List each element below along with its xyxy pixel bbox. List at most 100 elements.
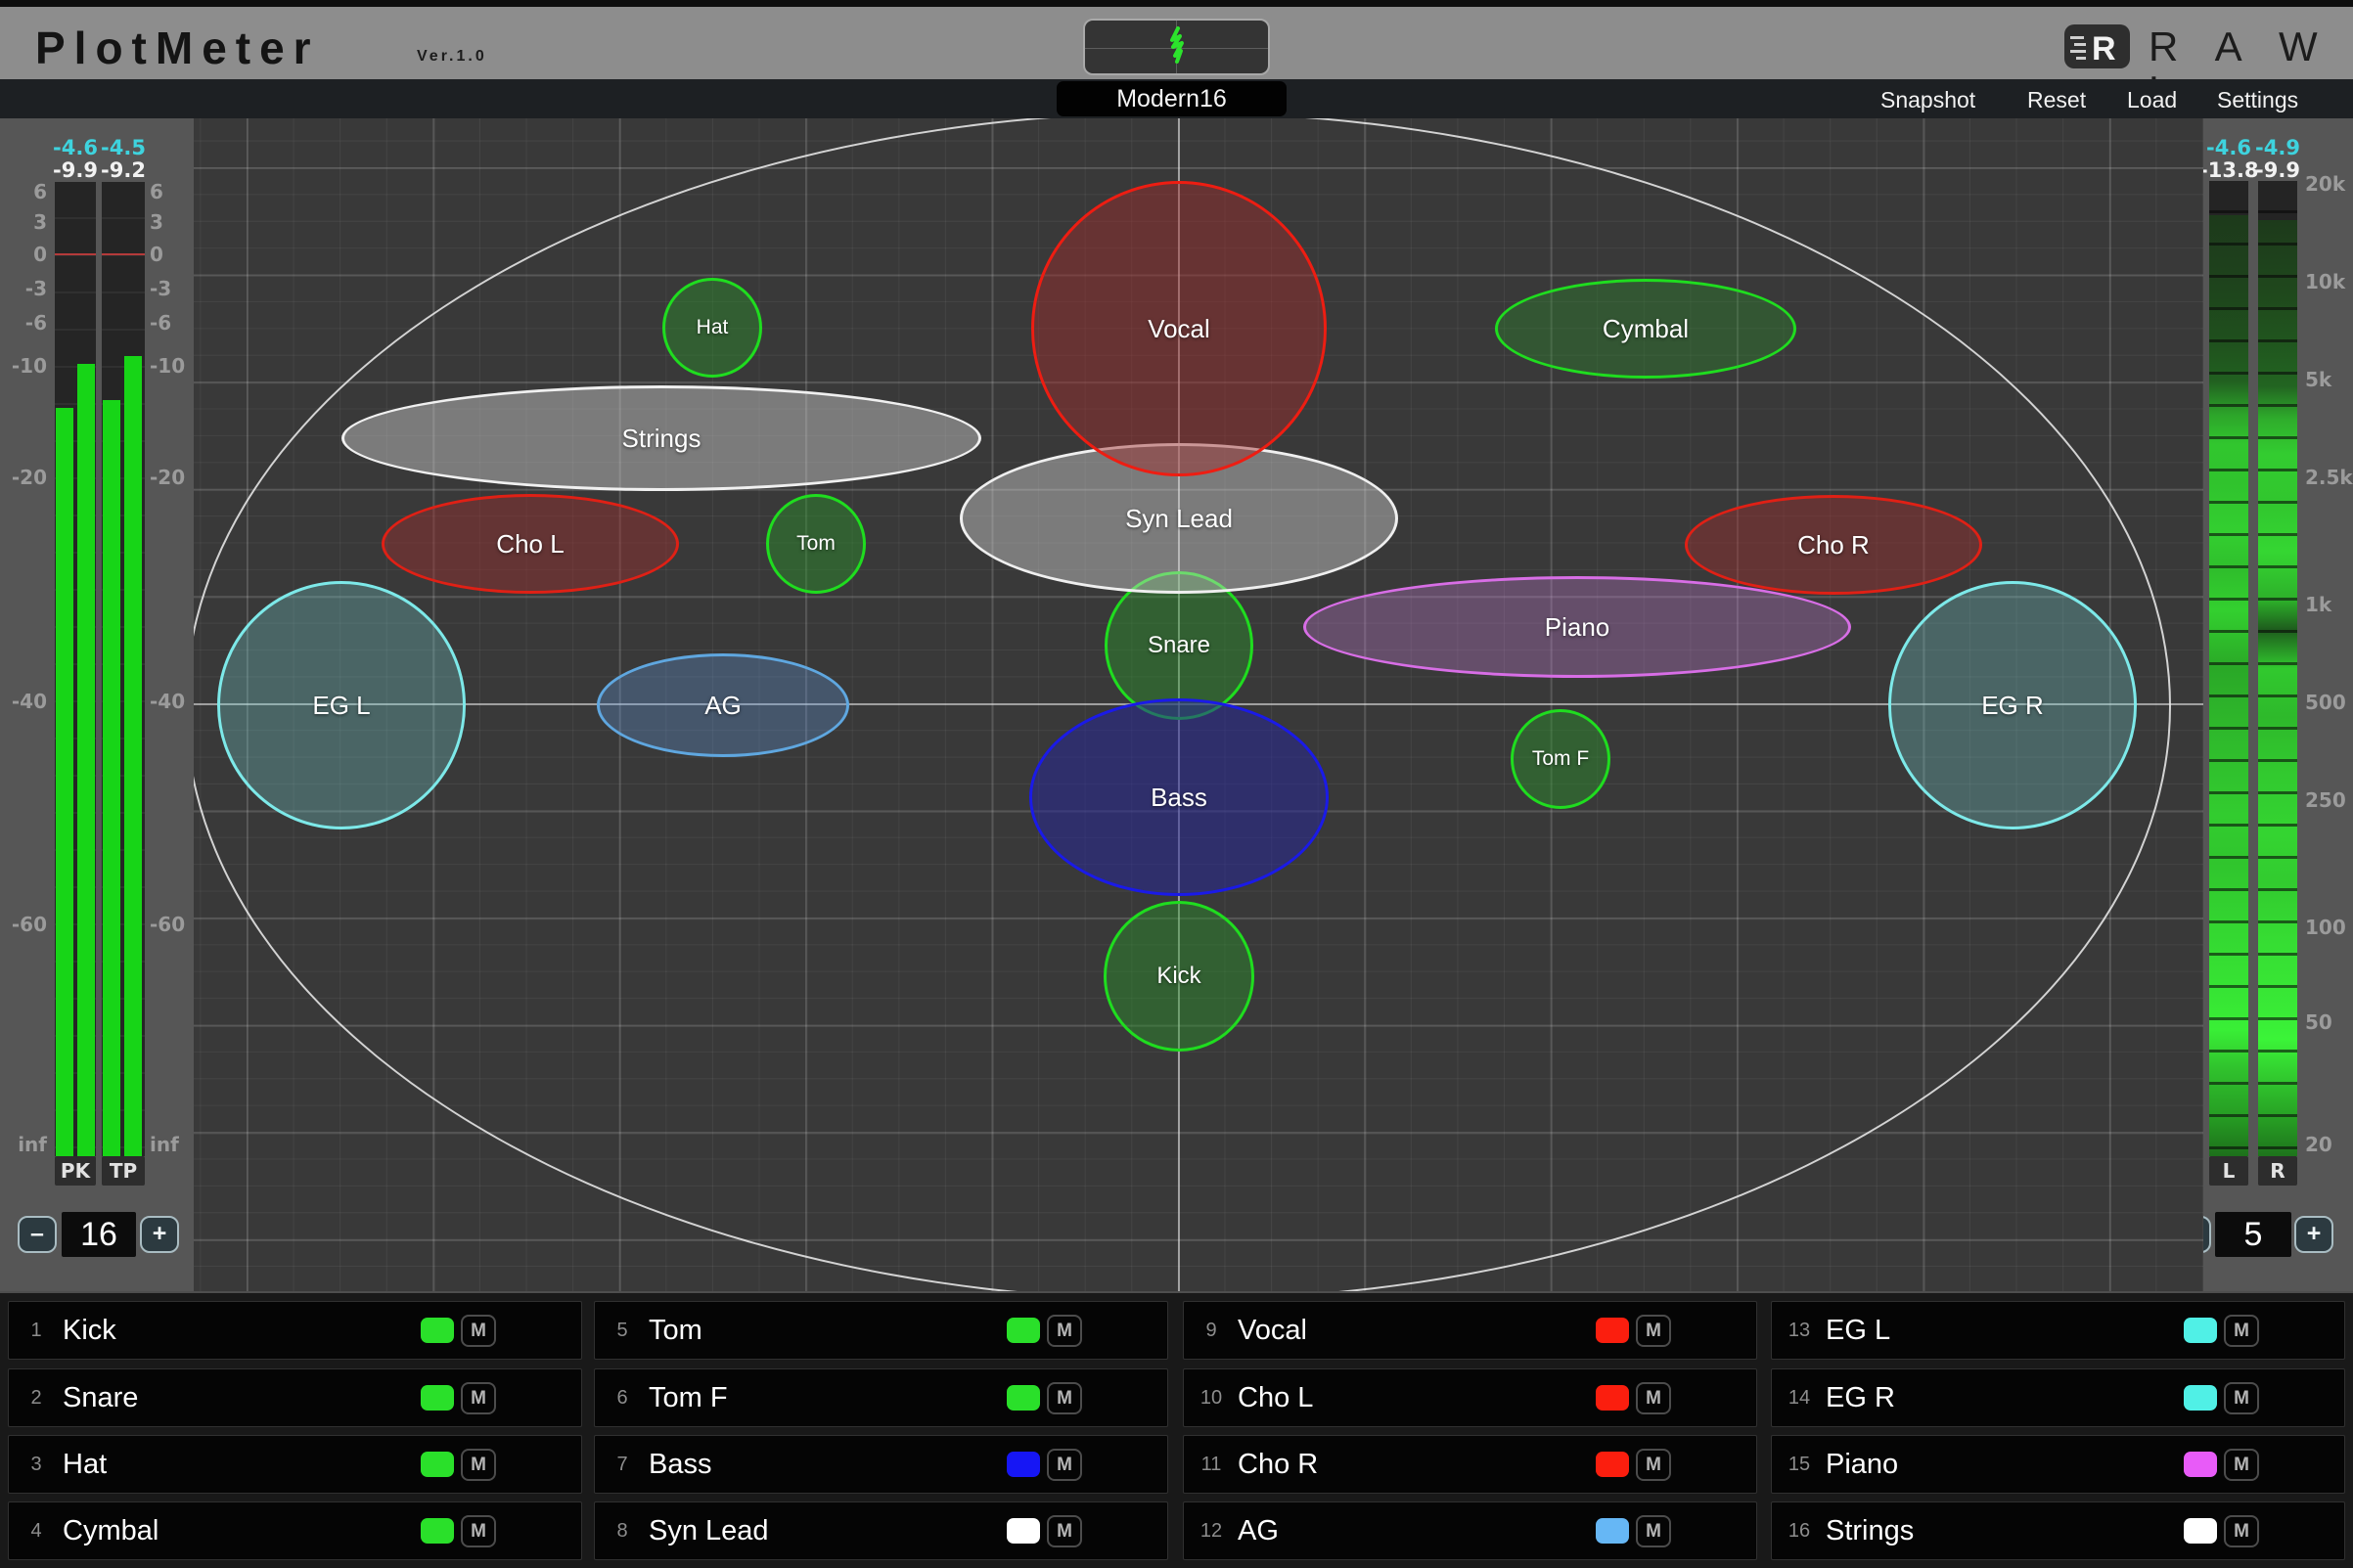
preset-selector[interactable]: Modern16 <box>1057 81 1287 116</box>
svg-text:R: R <box>2092 30 2116 67</box>
channel-color-swatch[interactable] <box>2184 1452 2217 1477</box>
freq-scale-label: 2.5k <box>2305 465 2352 490</box>
bubble-label: Cho R <box>1797 530 1870 560</box>
channel-row-cho-l[interactable]: 10Cho LM <box>1183 1368 1757 1427</box>
bubble-label: EG R <box>1981 691 2044 721</box>
channel-row-tom[interactable]: 5TomM <box>594 1301 1168 1360</box>
channel-row-eg-l[interactable]: 13EG LM <box>1771 1301 2345 1360</box>
plot-bubble-eg-r[interactable]: EG R <box>1888 581 2137 829</box>
channel-row-bass[interactable]: 7BassM <box>594 1435 1168 1494</box>
channel-number: 15 <box>1782 1436 1817 1493</box>
settings-button[interactable]: Settings <box>2217 86 2298 113</box>
app-title: PlotMeter <box>35 22 320 74</box>
mute-button[interactable]: M <box>1636 1382 1671 1414</box>
channel-color-swatch[interactable] <box>1007 1452 1040 1477</box>
channel-number: 9 <box>1194 1302 1229 1359</box>
channel-color-swatch[interactable] <box>1596 1318 1629 1343</box>
goniometer-trace-icon <box>1085 21 1268 73</box>
mute-button[interactable]: M <box>1047 1382 1082 1414</box>
db-scale-label: -60 <box>2 912 47 937</box>
channel-row-piano[interactable]: 15PianoM <box>1771 1435 2345 1494</box>
channel-color-swatch[interactable] <box>421 1452 454 1477</box>
channel-name: Cymbal <box>63 1502 158 1559</box>
plot-bubble-cymbal[interactable]: Cymbal <box>1495 279 1796 379</box>
left-stepper-minus-button[interactable]: – <box>18 1216 57 1253</box>
channel-color-swatch[interactable] <box>1596 1518 1629 1544</box>
channel-row-cho-r[interactable]: 11Cho RM <box>1183 1435 1757 1494</box>
freq-scale-label: 250 <box>2305 787 2352 813</box>
channel-row-ag[interactable]: 12AGM <box>1183 1501 1757 1560</box>
mute-button[interactable]: M <box>461 1515 496 1547</box>
plot-bubble-eg-l[interactable]: EG L <box>217 581 466 829</box>
channel-row-tom-f[interactable]: 6Tom FM <box>594 1368 1168 1427</box>
channel-color-swatch[interactable] <box>421 1518 454 1544</box>
mute-button[interactable]: M <box>2224 1382 2259 1414</box>
load-button[interactable]: Load <box>2127 86 2177 113</box>
mute-button[interactable]: M <box>461 1315 496 1347</box>
mute-button[interactable]: M <box>1636 1449 1671 1481</box>
left-stepper-plus-button[interactable]: + <box>140 1216 179 1253</box>
plot-bubble-ag[interactable]: AG <box>597 653 849 757</box>
channel-color-swatch[interactable] <box>2184 1385 2217 1411</box>
channel-color-swatch[interactable] <box>1596 1452 1629 1477</box>
channel-color-swatch[interactable] <box>421 1318 454 1343</box>
right-meter-value-r: -9.9 <box>2248 158 2307 182</box>
channel-number: 10 <box>1194 1369 1229 1426</box>
channel-row-vocal[interactable]: 9VocalM <box>1183 1301 1757 1360</box>
right-stepper-plus-button[interactable]: + <box>2294 1216 2333 1253</box>
zero-db-line-pk <box>55 253 96 255</box>
mute-button[interactable]: M <box>2224 1515 2259 1547</box>
freq-scale-label: 50 <box>2305 1009 2352 1035</box>
channel-row-snare[interactable]: 2SnareM <box>8 1368 582 1427</box>
channel-color-swatch[interactable] <box>1007 1318 1040 1343</box>
channel-color-swatch[interactable] <box>1596 1385 1629 1411</box>
mute-button[interactable]: M <box>1047 1315 1082 1347</box>
channel-color-swatch[interactable] <box>2184 1318 2217 1343</box>
channel-l-label: L <box>2209 1156 2248 1186</box>
mute-button[interactable]: M <box>1636 1315 1671 1347</box>
right-stepper-value[interactable]: 5 <box>2215 1212 2291 1257</box>
freq-scale-label: 5k <box>2305 367 2352 392</box>
mute-button[interactable]: M <box>1636 1515 1671 1547</box>
reset-button[interactable]: Reset <box>2027 86 2086 113</box>
channel-row-hat[interactable]: 3HatM <box>8 1435 582 1494</box>
db-scale-label: -40 <box>2 689 47 714</box>
plot-bubble-bass[interactable]: Bass <box>1029 698 1329 896</box>
channel-number: 8 <box>605 1502 640 1559</box>
channel-row-syn-lead[interactable]: 8Syn Lead M <box>594 1501 1168 1560</box>
mute-button[interactable]: M <box>461 1449 496 1481</box>
mute-button[interactable]: M <box>2224 1449 2259 1481</box>
left-stepper-value[interactable]: 16 <box>62 1212 136 1257</box>
plot-bubble-piano[interactable]: Piano <box>1303 576 1851 678</box>
plot-bubble-hat[interactable]: Hat <box>662 278 762 378</box>
bubble-label: Vocal <box>1148 314 1210 344</box>
mute-button[interactable]: M <box>2224 1315 2259 1347</box>
channel-color-swatch[interactable] <box>421 1385 454 1411</box>
level-bar <box>77 364 95 1156</box>
mute-button[interactable]: M <box>1047 1449 1082 1481</box>
plot-bubble-tom[interactable]: Tom <box>766 494 866 594</box>
app-version: Ver.1.0 <box>417 48 487 66</box>
plot-bubble-strings[interactable]: Strings <box>341 385 981 491</box>
channel-row-kick[interactable]: 1KickM <box>8 1301 582 1360</box>
channel-color-swatch[interactable] <box>1007 1385 1040 1411</box>
plot-bubble-vocal[interactable]: Vocal <box>1031 181 1327 476</box>
channel-color-swatch[interactable] <box>1007 1518 1040 1544</box>
mute-button[interactable]: M <box>1047 1515 1082 1547</box>
channel-number: 5 <box>605 1302 640 1359</box>
db-scale-label: -10 <box>150 353 195 379</box>
plot-bubble-tom-f[interactable]: Tom F <box>1511 709 1610 809</box>
mute-button[interactable]: M <box>461 1382 496 1414</box>
channel-number: 2 <box>19 1369 54 1426</box>
right-meter-peak-value-r: -4.9 <box>2248 136 2307 159</box>
db-scale-label: -3 <box>150 276 195 301</box>
plot-bubble-cho-l[interactable]: Cho L <box>382 494 679 594</box>
channel-name: Syn Lead <box>649 1502 769 1559</box>
channel-color-swatch[interactable] <box>2184 1518 2217 1544</box>
channel-row-eg-r[interactable]: 14EG RM <box>1771 1368 2345 1427</box>
channel-row-strings[interactable]: 16StringsM <box>1771 1501 2345 1560</box>
plot-bubble-kick[interactable]: Kick <box>1104 901 1254 1052</box>
snapshot-button[interactable]: Snapshot <box>1880 86 1975 113</box>
plot-bubble-cho-r[interactable]: Cho R <box>1685 495 1982 595</box>
channel-row-cymbal[interactable]: 4CymbalM <box>8 1501 582 1560</box>
